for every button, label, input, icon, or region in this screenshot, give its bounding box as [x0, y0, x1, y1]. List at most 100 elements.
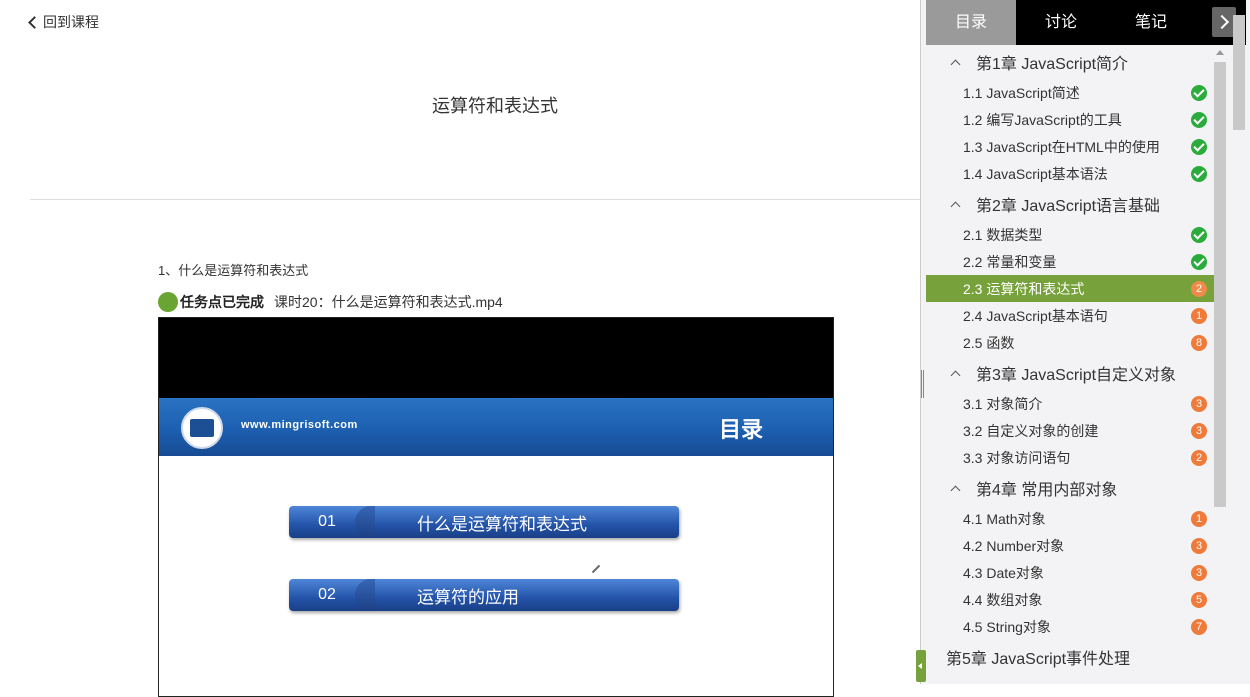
chevron-left-icon: [28, 16, 41, 29]
pending-task-count-badge: 1: [1191, 307, 1207, 324]
lesson-item[interactable]: 3.1 对象简介 3: [926, 390, 1214, 417]
task-file-name: 课时20：什么是运算符和表达式.mp4: [274, 294, 503, 310]
video-player[interactable]: www.mingrisoft.com 目录 01 什么是运算符和表达式 02 运…: [158, 317, 834, 697]
chapter-header[interactable]: 第1章 JavaScript简介: [926, 45, 1214, 79]
chapter-title: 第3章 JavaScript自定义对象: [976, 367, 1177, 384]
pending-task-count-badge: 3: [1191, 537, 1207, 554]
section-heading: 1、什么是运算符和表达式: [158, 263, 309, 278]
chapter-list: 第1章 JavaScript简介 1.1 JavaScript简述 1.2 编写Ja…: [926, 45, 1214, 684]
task-point-row: 任务点已完成 课时20：什么是运算符和表达式.mp4: [158, 292, 503, 312]
task-status-label: 任务点已完成: [180, 294, 264, 310]
page-scrollbar-thumb[interactable]: [1233, 15, 1245, 130]
slide-url: www.mingrisoft.com: [241, 419, 358, 431]
lesson-label: 1.2 编写JavaScript的工具: [963, 111, 1122, 128]
lesson-label: 1.4 JavaScript基本语法: [963, 165, 1108, 182]
lesson-label: 4.1 Math对象: [963, 510, 1046, 527]
pending-task-count-badge: 3: [1191, 395, 1207, 412]
lesson-label: 2.1 数据类型: [963, 226, 1043, 243]
pending-task-count-badge: 8: [1191, 334, 1207, 351]
lesson-item[interactable]: 3.3 对象访问语句 2: [926, 444, 1214, 471]
chapter-header[interactable]: 第5章 JavaScript事件处理: [926, 640, 1214, 674]
pending-task-count-badge: 2: [1191, 280, 1207, 297]
pending-task-count-badge: 1: [1191, 510, 1207, 527]
pending-task-count-badge: 2: [1191, 449, 1207, 466]
completed-check-icon: [1191, 165, 1207, 182]
lesson-label: 3.2 自定义对象的创建: [963, 422, 1099, 439]
chapter-title: 第4章 常用内部对象: [976, 482, 1118, 499]
divider: [30, 199, 920, 200]
toc-scrollbar[interactable]: [1214, 50, 1226, 507]
chevron-right-icon: [1214, 14, 1230, 30]
chapter-title: 第5章 JavaScript事件处理: [946, 651, 1131, 668]
scroll-up-arrow-icon[interactable]: [1216, 50, 1224, 55]
lesson-label: 2.3 运算符和表达式: [963, 280, 1085, 297]
tab-discussion[interactable]: 讨论: [1016, 0, 1106, 45]
completed-check-icon: [1191, 253, 1207, 270]
lesson-label: 2.2 常量和变量: [963, 253, 1057, 270]
pending-task-count-badge: 3: [1191, 564, 1207, 581]
lesson-label: 4.3 Date对象: [963, 564, 1044, 581]
completed-check-icon: [1191, 138, 1207, 155]
pending-task-count-badge: 5: [1191, 591, 1207, 608]
lesson-label: 2.4 JavaScript基本语句: [963, 307, 1108, 324]
lesson-item[interactable]: 2.4 JavaScript基本语句 1: [926, 302, 1214, 329]
lesson-label: 2.5 函数: [963, 334, 1015, 351]
lesson-item[interactable]: 2.3 运算符和表达式 2: [926, 275, 1214, 302]
slide-title: 目录: [718, 417, 763, 442]
mingrisoft-logo: [181, 407, 223, 449]
slide-item-number: 01: [318, 513, 336, 530]
slide-item-1: 01 什么是运算符和表达式: [289, 506, 679, 538]
lesson-item[interactable]: 4.5 String对象 7: [926, 613, 1214, 640]
slide-item-2: 02 运算符的应用: [289, 579, 679, 611]
lesson-item[interactable]: 3.2 自定义对象的创建 3: [926, 417, 1214, 444]
lesson-label: 4.5 String对象: [963, 618, 1051, 635]
chevron-up-icon: [950, 485, 961, 495]
lesson-label: 4.2 Number对象: [963, 537, 1065, 554]
pending-task-count-badge: 7: [1191, 618, 1207, 635]
lesson-item[interactable]: 2.1 数据类型: [926, 221, 1214, 248]
slide-item-text: 什么是运算符和表达式: [417, 514, 587, 534]
lesson-label: 3.3 对象访问语句: [963, 449, 1071, 466]
chapter-header[interactable]: 第2章 JavaScript语言基础: [926, 187, 1214, 221]
lesson-item[interactable]: 1.4 JavaScript基本语法: [926, 160, 1214, 187]
slide-item-text: 运算符的应用: [417, 587, 519, 607]
back-to-course-link[interactable]: 回到课程: [28, 12, 99, 32]
task-complete-icon: [158, 292, 178, 312]
pen-cursor-icon: [591, 564, 601, 574]
completed-check-icon: [1191, 84, 1207, 101]
lesson-item[interactable]: 4.2 Number对象 3: [926, 532, 1214, 559]
chapter-title: 第2章 JavaScript语言基础: [976, 198, 1161, 215]
chevron-up-icon: [950, 201, 961, 211]
chevron-up-icon: [950, 370, 961, 380]
page-title: 运算符和表达式: [432, 96, 558, 116]
lesson-item[interactable]: 2.2 常量和变量: [926, 248, 1214, 275]
tab-catalog[interactable]: 目录: [926, 0, 1016, 45]
completed-check-icon: [1191, 111, 1207, 128]
slide-header: www.mingrisoft.com 目录: [159, 398, 833, 456]
lesson-item[interactable]: 2.5 函数 8: [926, 329, 1214, 356]
collapse-sidebar-button[interactable]: [916, 650, 926, 682]
lesson-item[interactable]: 1.3 JavaScript在HTML中的使用: [926, 133, 1214, 160]
video-slide: www.mingrisoft.com 目录 01 什么是运算符和表达式 02 运…: [159, 398, 833, 696]
chapter-title: 第1章 JavaScript简介: [976, 56, 1129, 73]
completed-check-icon: [1191, 226, 1207, 243]
back-link-label: 回到课程: [43, 14, 99, 30]
pending-task-count-badge: 3: [1191, 422, 1207, 439]
chapter-header[interactable]: 第4章 常用内部对象: [926, 471, 1214, 505]
lesson-item[interactable]: 4.3 Date对象 3: [926, 559, 1214, 586]
lesson-item[interactable]: 4.1 Math对象 1: [926, 505, 1214, 532]
lesson-label: 4.4 数组对象: [963, 591, 1043, 608]
lesson-item[interactable]: 1.2 编写JavaScript的工具: [926, 106, 1214, 133]
course-sidebar: 目录 讨论 笔记 第1章 JavaScript简介 1.1 JavaScript简…: [916, 0, 1250, 684]
lesson-label: 1.1 JavaScript简述: [963, 84, 1080, 101]
tab-notes[interactable]: 笔记: [1106, 0, 1196, 45]
slide-item-number: 02: [318, 586, 336, 603]
lesson-item[interactable]: 1.1 JavaScript简述: [926, 79, 1214, 106]
chapter-header[interactable]: 第3章 JavaScript自定义对象: [926, 356, 1214, 390]
lesson-label: 1.3 JavaScript在HTML中的使用: [963, 138, 1160, 155]
scroll-thumb[interactable]: [1214, 62, 1226, 507]
chevron-up-icon: [950, 59, 961, 69]
lesson-item[interactable]: 4.4 数组对象 5: [926, 586, 1214, 613]
resize-handle[interactable]: [921, 370, 924, 398]
lesson-label: 3.1 对象简介: [963, 395, 1043, 412]
